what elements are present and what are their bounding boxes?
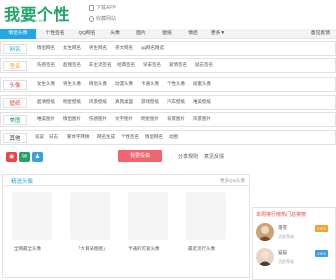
category-link[interactable]: 个性签名 bbox=[121, 134, 139, 140]
ranking-name: 落雪 bbox=[278, 225, 287, 230]
site-logo-subtitle: woyaogexing.com bbox=[5, 19, 46, 24]
avatar-caption[interactable]: 全网最全头像 bbox=[14, 246, 41, 252]
nav-feedback-link[interactable]: 意见反馈 bbox=[311, 29, 330, 39]
more-link[interactable]: 更多QQ头像 bbox=[220, 178, 245, 184]
panel-header: 精选头像 更多QQ头像 bbox=[3, 175, 249, 186]
category-link[interactable]: 非主流签名 bbox=[89, 62, 112, 68]
category-link[interactable]: 真我桌面 bbox=[115, 99, 133, 105]
category-link[interactable]: 繁体字转换 bbox=[67, 134, 90, 140]
ranking-title: 本周排行榜热门总排榜 bbox=[256, 212, 307, 218]
avatar-thumb[interactable] bbox=[128, 192, 168, 240]
share-rules-link[interactable]: 分享规则 bbox=[178, 153, 198, 160]
category-link[interactable]: 励志签名 bbox=[195, 62, 213, 68]
category-label-avatars[interactable]: 头像 bbox=[3, 80, 27, 90]
avatar-thumb[interactable] bbox=[70, 192, 110, 240]
category-link[interactable]: 汽车壁纸 bbox=[167, 99, 185, 105]
category-link[interactable]: 风景壁纸 bbox=[89, 99, 107, 105]
category-link[interactable]: 网名生成 bbox=[97, 134, 115, 140]
vip-badge: VIP5 bbox=[315, 225, 328, 232]
category-label-images[interactable]: 美图 bbox=[3, 115, 27, 125]
category-link[interactable]: 情侣图片 bbox=[63, 116, 81, 122]
category-link[interactable]: 早安签名 bbox=[143, 62, 161, 68]
category-link[interactable]: 男生网名 bbox=[89, 45, 107, 51]
avatar bbox=[256, 248, 274, 266]
nav-item-images[interactable]: 图片 bbox=[130, 29, 152, 39]
avatar-thumb[interactable] bbox=[186, 192, 226, 240]
avatar-caption[interactable]: 卡通的可爱头像 bbox=[128, 246, 160, 252]
category-link[interactable]: 男生头像 bbox=[63, 81, 81, 87]
nav-item-wallpaper[interactable]: 壁纸 bbox=[156, 29, 178, 39]
category-row-names: 网名 情侣网名 女生网名 男生网名 英文网名 qq网名精选 bbox=[0, 41, 336, 56]
category-row-signatures: 签名 伤感签名 超拽签名 非主流签名 经典签名 早安签名 爱情签名 励志签名 bbox=[0, 58, 336, 73]
download-app-label: 下载APP bbox=[96, 5, 117, 11]
category-row-images: 美图 唯美图片 情侣图片 伤感图片 文字图片 明星图片 背景图片 风景图片 bbox=[0, 112, 336, 127]
ranking-subtext: 活跃等级 bbox=[278, 259, 294, 264]
category-link[interactable]: 动图 bbox=[169, 134, 178, 140]
category-label-wallpapers[interactable]: 壁纸 bbox=[3, 98, 27, 108]
category-link[interactable]: 明星图片 bbox=[141, 116, 159, 122]
subscribe-button[interactable]: 我要投稿 bbox=[118, 150, 162, 162]
download-app-link[interactable]: 下载APP bbox=[89, 4, 116, 11]
category-link[interactable]: 日志 bbox=[49, 134, 58, 140]
category-row-wallpapers: 壁纸 超清壁纸 明星壁纸 风景壁纸 真我桌面 游戏壁纸 汽车壁纸 唯美壁纸 bbox=[0, 95, 336, 110]
avatar bbox=[256, 223, 274, 241]
category-label-other[interactable]: 其他 bbox=[3, 133, 27, 143]
nav-item-avatar[interactable]: 头像 bbox=[104, 29, 126, 39]
ranking-name: 猫猫 bbox=[278, 250, 287, 255]
category-link[interactable]: 背景图片 bbox=[167, 116, 185, 122]
weibo-icon[interactable]: ◉ bbox=[6, 152, 17, 162]
avatar-caption[interactable]: 「大耳朵图图」 bbox=[76, 246, 108, 252]
category-row-avatars: 头像 女生头像 男生头像 情侣头像 动漫头像 卡通头像 个性头像 闺蜜头像 bbox=[0, 77, 336, 92]
ranking-row[interactable]: 落雪 VIP5 活跃等级 bbox=[253, 223, 335, 243]
category-link[interactable]: 情侣头像 bbox=[89, 81, 107, 87]
category-row-other: 其他 说说 日志 繁体字转换 网名生成 个性签名 情侣网名 动图 bbox=[0, 130, 336, 145]
category-link[interactable]: 说说 bbox=[35, 134, 44, 140]
favorite-link[interactable]: 收藏网站 bbox=[89, 15, 116, 22]
phone-icon bbox=[89, 4, 94, 11]
category-link[interactable]: 卡通头像 bbox=[141, 81, 159, 87]
avatar-caption[interactable]: 最近流行头像 bbox=[188, 246, 215, 252]
category-label-signatures[interactable]: 签名 bbox=[3, 61, 27, 71]
category-link[interactable]: 个性头像 bbox=[167, 81, 185, 87]
category-link[interactable]: 经典签名 bbox=[117, 62, 135, 68]
favorite-label: 收藏网站 bbox=[96, 16, 117, 22]
main-nav: 情侣头像 个性签名 QQ网名 头像 图片 壁纸 情侣 更多▼ 意见反馈 bbox=[0, 29, 336, 39]
category-link[interactable]: 唯美壁纸 bbox=[193, 99, 211, 105]
wechat-icon[interactable]: ✉ bbox=[19, 152, 30, 162]
nav-item-signature[interactable]: 个性签名 bbox=[40, 29, 70, 39]
category-link[interactable]: 爱情签名 bbox=[169, 62, 187, 68]
category-link[interactable]: 伤感签名 bbox=[37, 62, 55, 68]
star-icon bbox=[89, 15, 94, 22]
category-link[interactable]: 情侣网名 bbox=[37, 45, 55, 51]
ranking-subtext: 活跃等级 bbox=[278, 234, 294, 239]
category-link[interactable]: 英文网名 bbox=[115, 45, 133, 51]
category-link[interactable]: qq网名精选 bbox=[141, 45, 164, 51]
feedback-link[interactable]: 意见反馈 bbox=[204, 153, 224, 160]
category-link[interactable]: 动漫头像 bbox=[115, 81, 133, 87]
category-link[interactable]: 文字图片 bbox=[115, 116, 133, 122]
nav-item-couple[interactable]: 情侣 bbox=[182, 29, 204, 39]
nav-item-qq-name[interactable]: QQ网名 bbox=[74, 29, 100, 39]
category-link[interactable]: 女生网名 bbox=[63, 45, 81, 51]
nav-item-couple-avatar[interactable]: 情侣头像 bbox=[0, 29, 36, 39]
nav-item-more[interactable]: 更多▼ bbox=[206, 29, 230, 39]
category-label-names[interactable]: 网名 bbox=[3, 44, 27, 54]
panel-title: 精选头像 bbox=[11, 179, 34, 185]
category-link[interactable]: 超拽签名 bbox=[63, 62, 81, 68]
category-link[interactable]: 情侣网名 bbox=[145, 134, 163, 140]
category-link[interactable]: 明星壁纸 bbox=[63, 99, 81, 105]
site-header: 我要个性 woyaogexing.com 下载APP 收藏网站 bbox=[0, 0, 336, 28]
category-link[interactable]: 游戏壁纸 bbox=[141, 99, 159, 105]
qq-icon[interactable]: ♟ bbox=[32, 152, 43, 162]
category-link[interactable]: 闺蜜头像 bbox=[193, 81, 211, 87]
ranking-panel: 本周排行榜热门总排榜 落雪 VIP5 活跃等级 猫猫 VIP4 活跃等级 bbox=[252, 207, 336, 280]
category-link[interactable]: 伤感图片 bbox=[89, 116, 107, 122]
avatar-thumb[interactable] bbox=[12, 192, 52, 240]
category-link[interactable]: 超清壁纸 bbox=[37, 99, 55, 105]
category-link[interactable]: 风景图片 bbox=[193, 116, 211, 122]
vip-badge: VIP4 bbox=[315, 250, 328, 257]
category-link[interactable]: 唯美图片 bbox=[37, 116, 55, 122]
category-link[interactable]: 女生头像 bbox=[37, 81, 55, 87]
ranking-row[interactable]: 猫猫 VIP4 活跃等级 bbox=[253, 248, 335, 268]
